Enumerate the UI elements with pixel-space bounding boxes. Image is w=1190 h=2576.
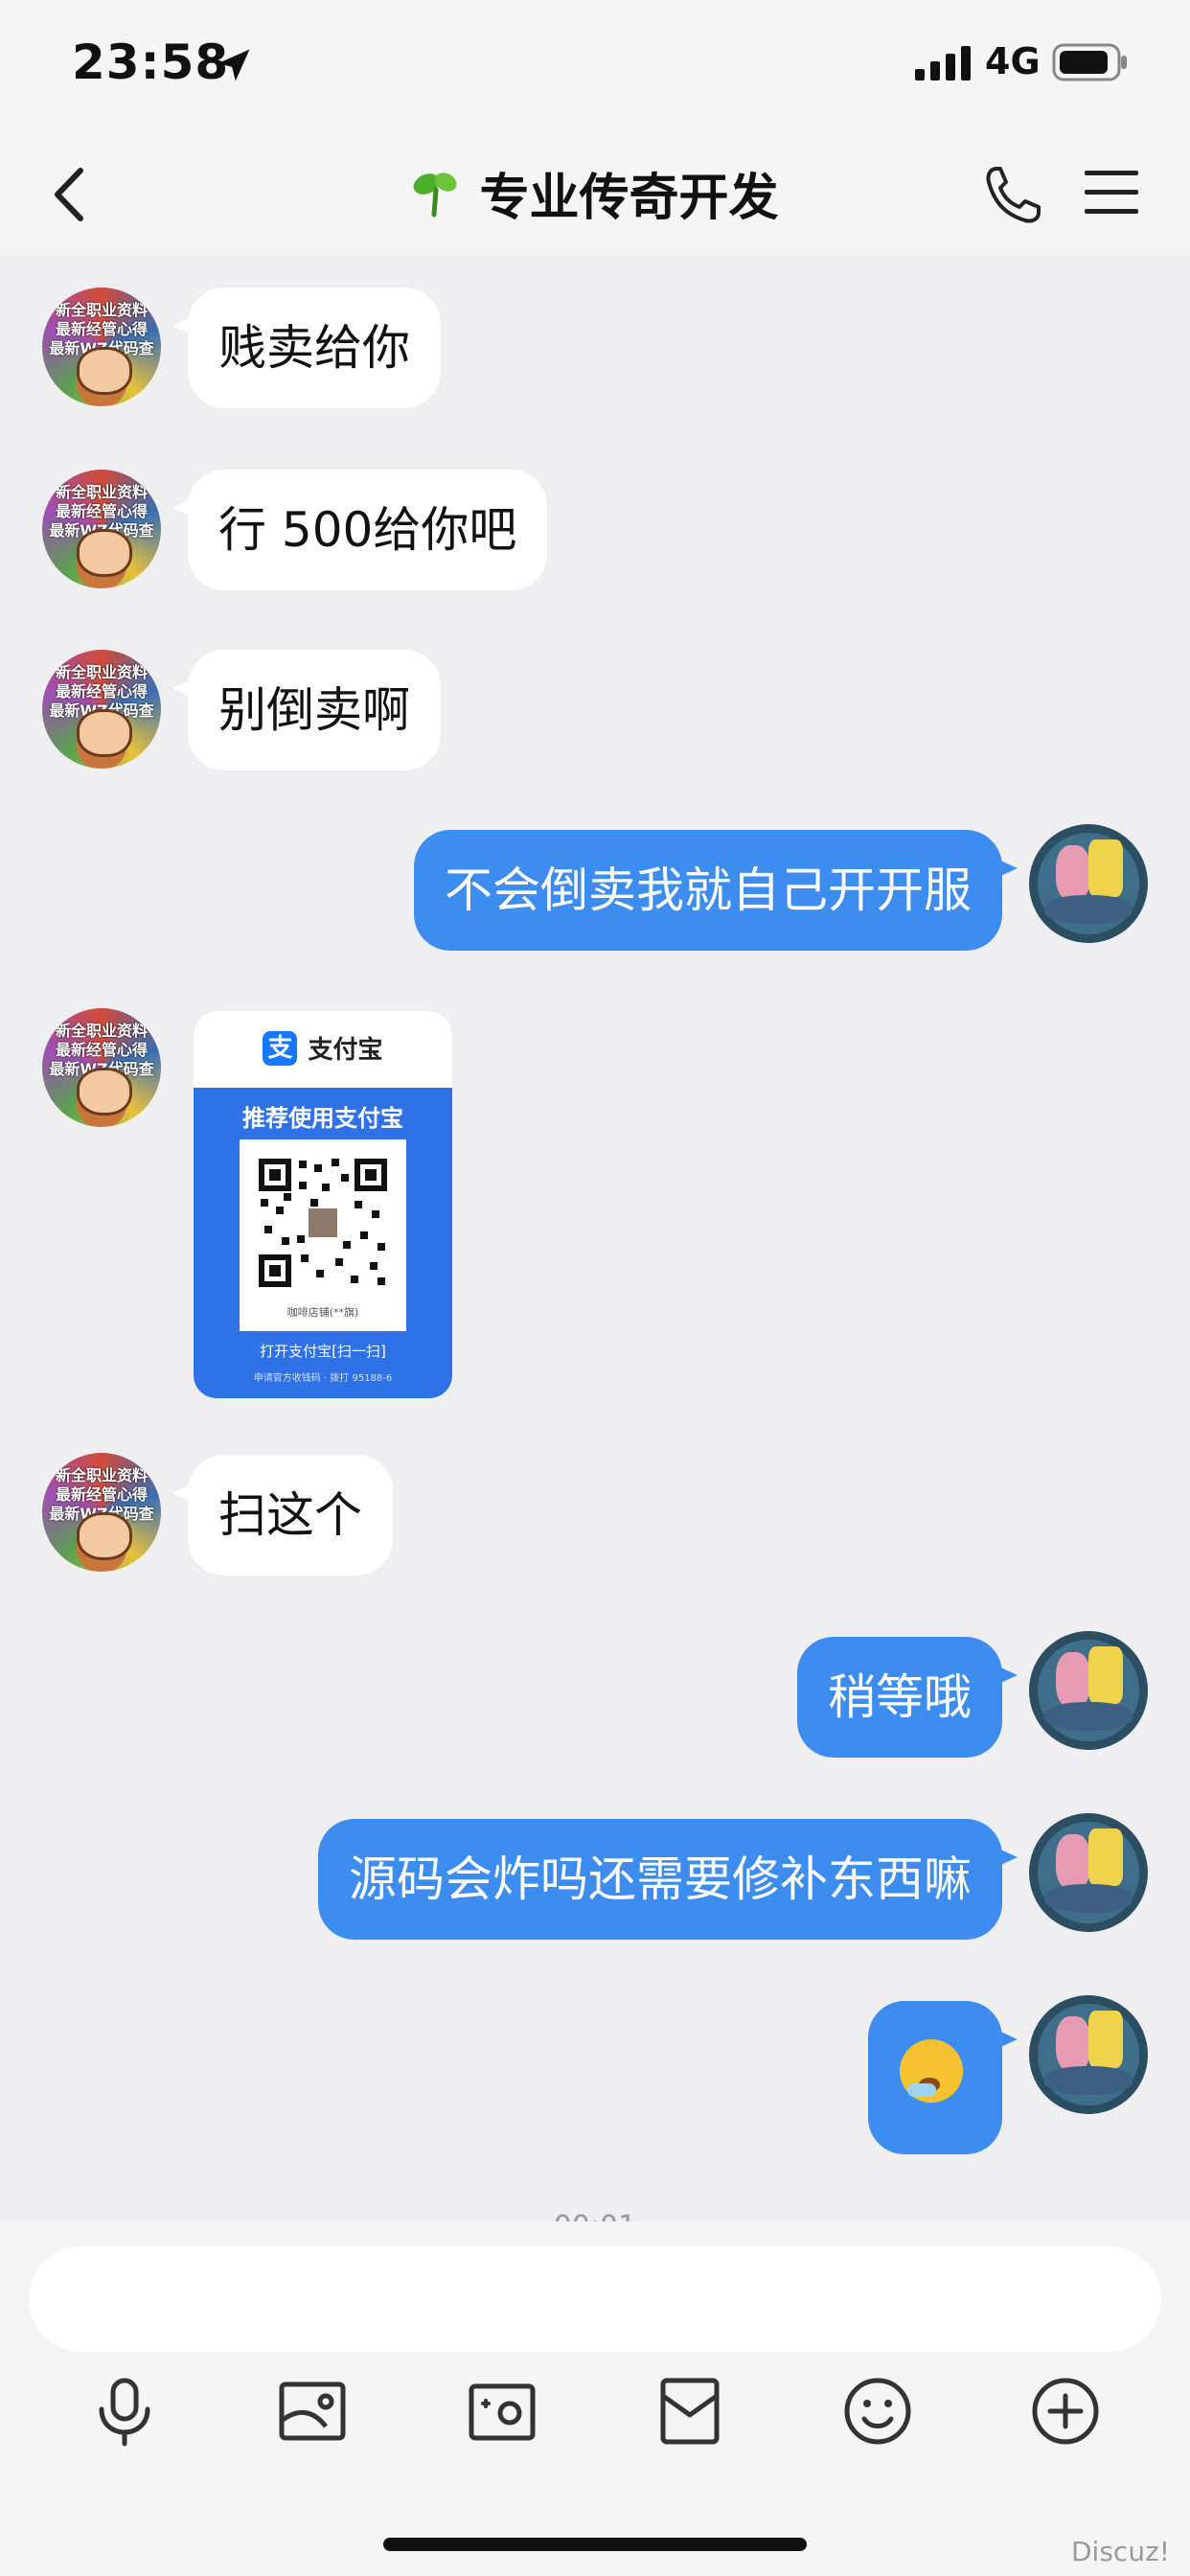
mic-icon[interactable]: [88, 2375, 161, 2448]
sprout-icon: [414, 172, 457, 217]
chat-title: 专业传奇开发: [479, 170, 779, 227]
alipay-store-name: 咖啡店铺(**旗): [286, 1306, 359, 1319]
avatar-other[interactable]: 新全职业资料最新经管心得最新WZ代码查询: [42, 650, 161, 769]
home-indicator[interactable]: [383, 2538, 807, 2551]
watermark: Discuz!: [1071, 2536, 1170, 2567]
avatar-figure: [1056, 1652, 1090, 1708]
alipay-brand: 支付宝: [308, 1036, 383, 1065]
avatar-other[interactable]: 新全职业资料最新经管心得最新WZ代码查询: [42, 1008, 161, 1127]
avatar-figure: [1088, 1646, 1123, 1704]
camera-icon[interactable]: [466, 2375, 538, 2448]
avatar-other[interactable]: 新全职业资料最新经管心得最新WZ代码查询: [42, 470, 161, 588]
message-bubble-out[interactable]: 稍等哦: [797, 1637, 1018, 1758]
avatar-face: [77, 347, 132, 395]
avatar-face: [77, 529, 132, 577]
qr-container: 咖啡店铺(**旗): [240, 1139, 406, 1331]
file-icon[interactable]: [653, 2375, 726, 2448]
avatar-self[interactable]: [1029, 824, 1148, 943]
message-bubble-in[interactable]: 别倒卖啊: [172, 650, 441, 770]
message-bubble-in[interactable]: 扫这个: [172, 1455, 393, 1576]
avatar-other[interactable]: 新全职业资料最新经管心得最新WZ代码查询: [42, 288, 161, 406]
plus-icon[interactable]: [1029, 2375, 1102, 2448]
avatar-face: [77, 1512, 132, 1560]
avatar-self[interactable]: [1029, 1813, 1148, 1932]
status-bar: 23:58 4G: [0, 0, 1190, 134]
message-input[interactable]: [29, 2246, 1161, 2352]
avatar-figure: [1056, 845, 1090, 901]
alipay-recommend: 推荐使用支付宝: [242, 1105, 403, 1132]
emoji-tear: [907, 2083, 936, 2097]
message-bubble-in[interactable]: 贱卖给你: [172, 288, 441, 408]
message-bubble-in[interactable]: 行 500给你吧: [172, 470, 548, 590]
location-arrow-icon: [217, 49, 250, 81]
alipay-logo-icon: 支: [263, 1030, 298, 1066]
phone-icon[interactable]: [979, 161, 1046, 228]
avatar-figure: [1056, 2016, 1090, 2072]
photo-icon[interactable]: [276, 2375, 349, 2448]
avatar-self[interactable]: [1029, 1631, 1148, 1750]
chat-header: 专业传奇开发: [0, 134, 1190, 254]
alipay-header: 支 支付宝: [194, 1011, 452, 1088]
avatar-base: [1044, 895, 1133, 924]
avatar-self[interactable]: [1029, 1995, 1148, 2114]
menu-icon[interactable]: [1083, 163, 1140, 220]
crying-face-icon: [900, 2039, 963, 2103]
message-bubble-out[interactable]: 源码会炸吗还需要修补东西嘛: [318, 1819, 1018, 1940]
avatar-face: [77, 1068, 132, 1116]
qr-code-icon: [255, 1155, 391, 1291]
avatar-figure: [1088, 1828, 1123, 1886]
avatar-figure: [1088, 2011, 1123, 2068]
avatar-base: [1044, 1884, 1133, 1913]
avatar-other[interactable]: 新全职业资料最新经管心得最新WZ代码查询: [42, 1453, 161, 1572]
avatar-figure: [1088, 840, 1123, 897]
alipay-open-hint: 打开支付宝[扫一扫]: [260, 1343, 386, 1360]
alipay-footer: 申请官方收钱码 · 拨打 95188-6: [253, 1373, 393, 1384]
avatar-figure: [1056, 1834, 1090, 1890]
avatar-base: [1044, 1702, 1133, 1731]
emoji-icon[interactable]: [841, 2375, 914, 2448]
input-bar: [0, 2221, 1190, 2576]
avatar-face: [77, 709, 132, 757]
battery-icon: [1052, 43, 1127, 81]
avatar-base: [1044, 2066, 1133, 2095]
signal-icon: [915, 46, 971, 80]
message-bubble-out-emoji[interactable]: [868, 2001, 1018, 2154]
image-message-alipay-qr[interactable]: 支 支付宝 推荐使用支付宝 咖啡店铺(**旗) 打开支付宝[扫一扫] 申请官方收…: [194, 1011, 452, 1398]
status-time: 23:58: [72, 34, 230, 90]
message-bubble-out[interactable]: 不会倒卖我就自己开开服: [414, 830, 1018, 951]
network-type: 4G: [985, 40, 1041, 82]
